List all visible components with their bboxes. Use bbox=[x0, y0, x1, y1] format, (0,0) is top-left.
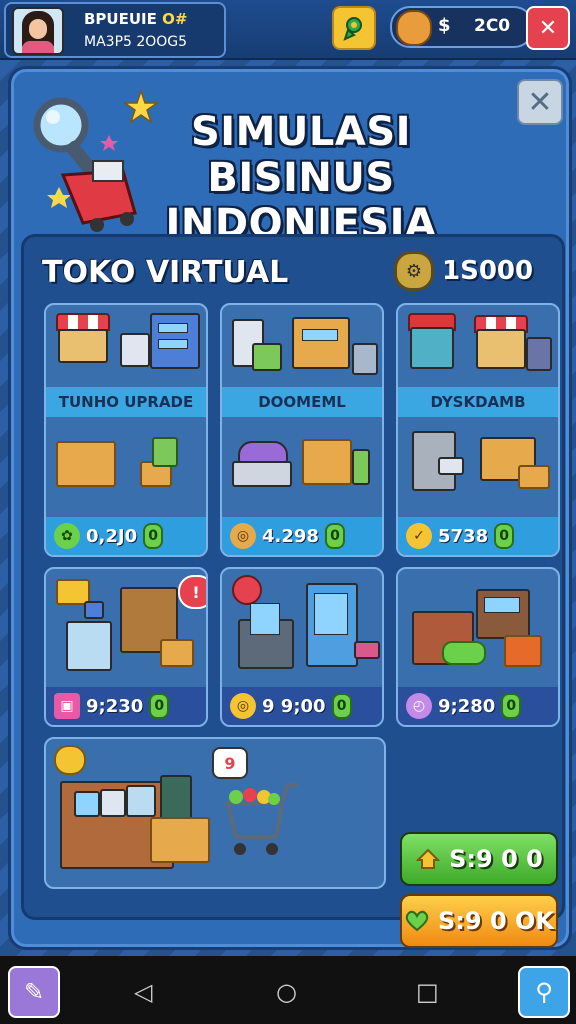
close-game-button[interactable]: ✕ bbox=[526, 6, 570, 50]
avatar[interactable] bbox=[12, 7, 64, 55]
gold-coin-icon: ◎ bbox=[230, 693, 256, 719]
item-label: DOOMEML bbox=[222, 387, 382, 417]
heart-icon bbox=[404, 909, 430, 933]
buy-button-orange[interactable]: S:9 0 OK bbox=[400, 894, 558, 948]
recents-icon[interactable]: □ bbox=[416, 978, 439, 1006]
close-panel-button[interactable]: ✕ bbox=[517, 79, 563, 125]
item-price: ✓ 5738 0 bbox=[398, 517, 558, 555]
coin-pouch-icon bbox=[396, 10, 432, 46]
gift-icon: ▣ bbox=[54, 693, 80, 719]
currency-display: $ 2C0 bbox=[390, 6, 534, 48]
close-icon: ✕ bbox=[538, 15, 558, 41]
shop-budget: ⚙ 1S000 bbox=[394, 251, 533, 291]
storage-showcase[interactable]: 9 bbox=[44, 737, 386, 889]
green-coin-icon: 0 bbox=[324, 523, 345, 549]
player-profile[interactable]: BPUEUIE O# MA3P5 2OOG5 bbox=[4, 2, 226, 58]
back-icon[interactable]: ◁ bbox=[134, 978, 152, 1006]
item-price: ◴ 9;280 0 bbox=[398, 687, 558, 725]
shop-item-5[interactable]: ◎ 9 9;00 0 bbox=[220, 567, 384, 727]
name-badge: O# bbox=[162, 10, 188, 28]
virtual-shop: TOKO VIRTUAL ⚙ 1S000 TUNHO UPRADE ✿ 0,2J… bbox=[21, 234, 565, 948]
item-label: DYSKDAMB bbox=[398, 387, 558, 417]
shop-item-2[interactable]: DOOMEML ◎ 4.298 0 bbox=[220, 303, 384, 557]
green-coin-icon: 0 bbox=[494, 523, 515, 549]
search-button[interactable]: ⚲ bbox=[518, 966, 570, 1018]
edit-button[interactable]: ✎ bbox=[8, 966, 60, 1018]
currency-amount: 2C0 bbox=[474, 16, 511, 36]
item-price: ▣ 9;230 0 bbox=[46, 687, 206, 725]
home-icon[interactable]: ○ bbox=[276, 978, 297, 1006]
green-coin-icon: 0 bbox=[331, 693, 352, 719]
wrench-coin-icon: ⚙ bbox=[394, 251, 434, 291]
map-pin-icon bbox=[343, 17, 362, 41]
item-price: ◎ 9 9;00 0 bbox=[222, 687, 382, 725]
item-label: TUNHO UPRADE bbox=[46, 387, 206, 417]
page-title: SIMULASI BISINUS INDONIESIA bbox=[165, 109, 437, 247]
leaf-icon: ✿ bbox=[54, 523, 80, 549]
search-icon: ⚲ bbox=[535, 978, 553, 1006]
shop-title: TOKO VIRTUAL bbox=[42, 255, 289, 290]
currency-symbol: $ bbox=[438, 15, 451, 36]
item-price: ◎ 4.298 0 bbox=[222, 517, 382, 555]
house-icon bbox=[415, 847, 441, 871]
gold-coin-icon: ◎ bbox=[230, 523, 256, 549]
buy-button-green[interactable]: S:9 0 0 bbox=[400, 832, 558, 886]
shop-item-1[interactable]: TUNHO UPRADE ✿ 0,2J0 0 bbox=[44, 303, 208, 557]
business-panel: SIMULASI BISINUS INDONIESIA ✕ TOKO VIRTU… bbox=[8, 66, 572, 950]
shop-item-6[interactable]: ◴ 9;280 0 bbox=[396, 567, 560, 727]
timer-icon: ◴ bbox=[406, 693, 432, 719]
budget-value: 1S000 bbox=[442, 256, 534, 286]
green-coin-icon: 0 bbox=[143, 523, 164, 549]
player-level: MA3P5 2OOG5 bbox=[84, 34, 188, 50]
green-coin-icon: 0 bbox=[501, 693, 522, 719]
pencil-icon: ✎ bbox=[23, 978, 45, 1006]
shop-item-4[interactable]: ! ▣ 9;230 0 bbox=[44, 567, 208, 727]
map-button[interactable] bbox=[332, 6, 376, 50]
close-icon: ✕ bbox=[527, 84, 553, 120]
check-coin-icon: ✓ bbox=[406, 523, 432, 549]
shop-item-3[interactable]: DYSKDAMB ✓ 5738 0 bbox=[396, 303, 560, 557]
alert-badge: ! bbox=[178, 575, 206, 609]
cart-bubble: 9 bbox=[212, 747, 248, 779]
item-price: ✿ 0,2J0 0 bbox=[46, 517, 206, 555]
green-coin-icon: 0 bbox=[149, 693, 170, 719]
top-hud: BPUEUIE O# MA3P5 2OOG5 $ 2C0 ✕ bbox=[0, 0, 576, 60]
player-name: BPUEUIE O# bbox=[84, 10, 188, 28]
